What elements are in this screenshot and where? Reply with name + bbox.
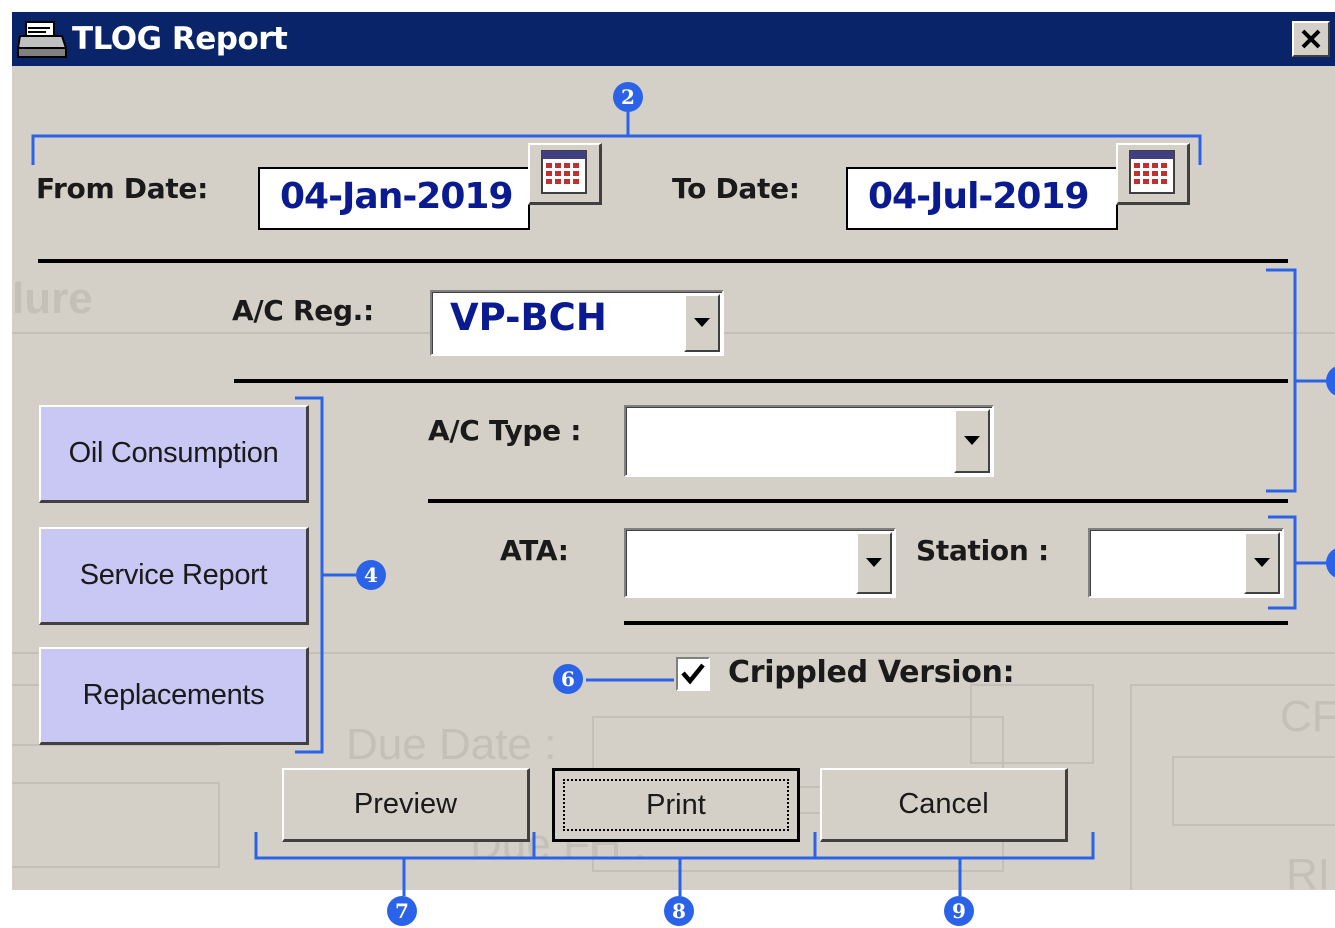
to-date-field[interactable]: 04-Jul-2019 xyxy=(846,167,1118,230)
ac-reg-label: A/C Reg.: xyxy=(232,294,374,327)
crippled-version-checkbox[interactable] xyxy=(676,657,710,691)
dropdown-arrow-button[interactable] xyxy=(856,532,892,594)
preview-button-label: Preview xyxy=(353,788,458,820)
window-title: TLOG Report xyxy=(72,21,288,57)
callout-badge-6: 6 xyxy=(553,664,583,694)
chevron-down-icon xyxy=(694,318,710,327)
separator-line xyxy=(38,259,1288,263)
ghost-text-cf: CF xyxy=(1280,692,1335,741)
callout-badge-4: 4 xyxy=(356,560,386,590)
print-button[interactable]: Print xyxy=(552,768,800,842)
ghost-text-due-date: Due Date : xyxy=(346,720,557,769)
ghost-calendar-box xyxy=(970,684,1094,764)
from-date-calendar-button[interactable] xyxy=(528,143,602,205)
dropdown-arrow-button[interactable] xyxy=(1244,532,1280,594)
calendar-icon xyxy=(541,150,587,194)
separator-line xyxy=(428,499,1288,503)
tlog-report-dialog: lure Due Date : Due FH : CF RI TLOG Repo… xyxy=(12,12,1335,890)
calendar-icon xyxy=(1129,150,1175,194)
callout-badge-9: 9 xyxy=(944,896,974,926)
close-icon xyxy=(1301,29,1321,49)
cancel-button[interactable]: Cancel xyxy=(820,768,1068,842)
from-date-field[interactable]: 04-Jan-2019 xyxy=(258,167,530,230)
to-date-calendar-button[interactable] xyxy=(1116,143,1190,205)
title-bar[interactable]: TLOG Report xyxy=(12,12,1335,66)
ac-reg-value: VP-BCH xyxy=(450,296,607,339)
ac-type-dropdown[interactable] xyxy=(624,405,994,477)
cancel-button-label: Cancel xyxy=(898,788,989,820)
dropdown-arrow-button[interactable] xyxy=(954,409,990,473)
checkmark-icon xyxy=(681,663,705,685)
ac-reg-dropdown[interactable]: VP-BCH xyxy=(430,290,724,356)
ata-label: ATA: xyxy=(500,534,569,567)
from-date-label: From Date: xyxy=(36,172,209,205)
ghost-text-ri: RI xyxy=(1286,850,1330,890)
station-label: Station : xyxy=(916,534,1049,567)
separator-line xyxy=(624,621,1288,625)
ata-dropdown[interactable] xyxy=(624,528,896,598)
ghost-box xyxy=(1172,756,1335,826)
ghost-box xyxy=(12,782,220,868)
chevron-down-icon xyxy=(866,558,882,567)
chevron-down-icon xyxy=(1254,558,1270,567)
dropdown-arrow-button[interactable] xyxy=(684,294,720,352)
station-dropdown[interactable] xyxy=(1088,528,1284,598)
crippled-version-label: Crippled Version: xyxy=(728,655,1015,690)
ghost-text-lure: lure xyxy=(12,274,93,323)
callout-badge-2: 2 xyxy=(613,82,643,112)
separator-line xyxy=(234,379,1288,383)
ac-type-label: A/C Type : xyxy=(428,414,582,447)
printer-icon xyxy=(16,20,68,60)
service-report-button[interactable]: Service Report xyxy=(39,527,309,625)
chevron-down-icon xyxy=(964,436,980,445)
preview-button[interactable]: Preview xyxy=(282,768,530,842)
print-button-label: Print xyxy=(646,788,706,821)
to-date-label: To Date: xyxy=(672,172,800,205)
close-button[interactable] xyxy=(1292,21,1330,57)
replacements-button[interactable]: Replacements xyxy=(39,647,309,745)
oil-consumption-button[interactable]: Oil Consumption xyxy=(39,405,309,503)
callout-badge-7: 7 xyxy=(387,896,417,926)
callout-badge-8: 8 xyxy=(664,896,694,926)
